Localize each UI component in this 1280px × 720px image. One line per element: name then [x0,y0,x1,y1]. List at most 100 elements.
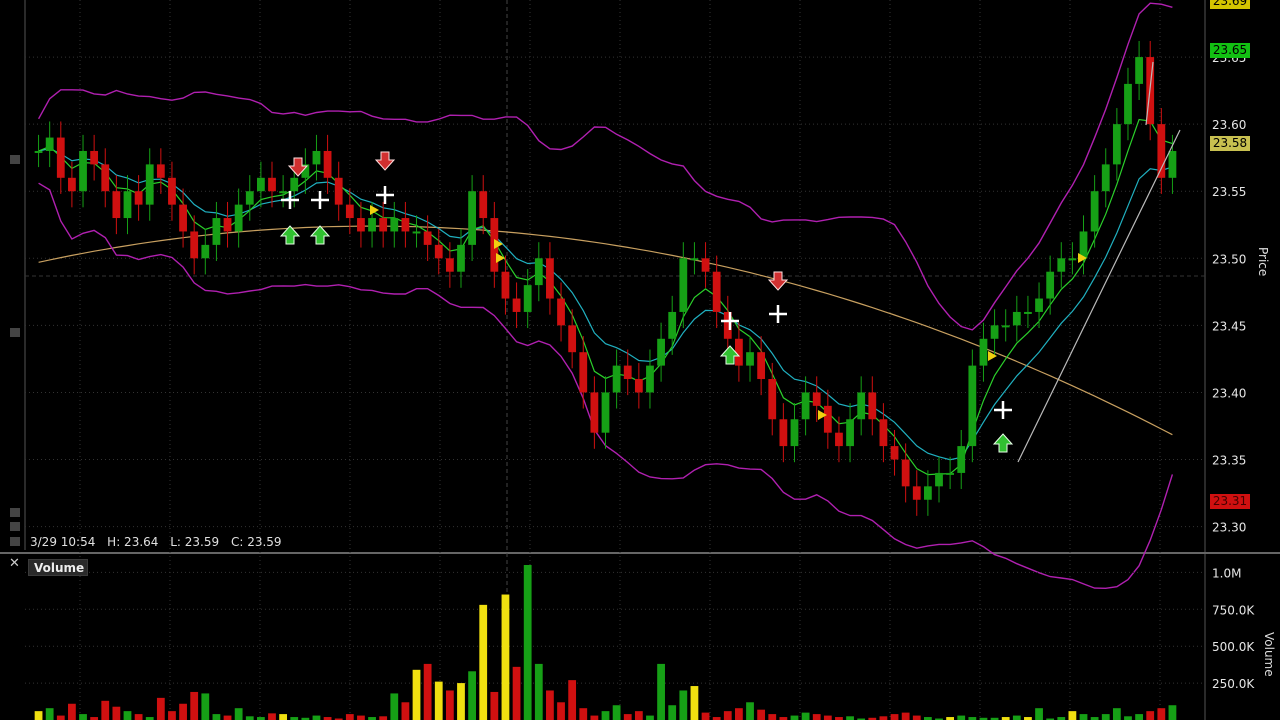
candle-body [801,392,810,420]
volume-bar [234,708,243,720]
volume-bar [1135,714,1143,720]
volume-bar [457,683,465,720]
candle-body [156,164,165,178]
candle-body [179,204,187,232]
volume-bar [101,700,110,720]
volume-bar [156,697,165,720]
candle-body [935,472,943,487]
scroll-up-icon[interactable] [10,508,20,517]
volume-bar [790,715,799,720]
volume-bar [201,693,210,720]
candle-body [45,137,54,151]
candle-body [546,258,554,299]
panel-resize-handle-mid[interactable] [10,328,20,337]
candle-body [223,218,232,232]
candle-body [846,419,854,447]
candle-body [279,191,288,194]
candle-body [56,137,65,178]
candle-body [523,285,532,312]
candle-body [946,472,955,475]
sell-signal-arrow [374,151,396,171]
price-tick-label: 23.35 [1212,454,1246,468]
volume-bar [746,702,754,720]
candle-body [256,177,265,192]
candle-body [579,352,588,393]
candle-body [890,446,899,460]
candle-body [379,218,388,232]
candle-body [690,258,699,261]
volume-bar [68,703,76,720]
candle-body [290,177,299,192]
volume-bar [846,716,854,720]
candle-body [979,338,988,366]
candle-body [601,392,610,433]
volume-bar [479,604,488,720]
candle-body [857,392,866,420]
price-tick-label: 23.55 [1212,185,1246,199]
bollinger-upper-line [37,2,1173,331]
volume-bar [423,663,432,720]
candle-body [212,218,221,245]
volume-bar [223,715,232,720]
volume-bar [412,669,421,720]
candle-body [34,150,43,153]
volume-bar [1035,708,1043,720]
candle-body [1135,57,1143,84]
candle-body [1124,83,1132,125]
candle-body [557,298,565,326]
volume-bar [390,693,399,720]
volume-bar [701,712,710,720]
candle-body [268,177,276,192]
volume-bar [546,690,554,720]
candle-body [90,150,99,165]
scroll-down-icon[interactable] [10,522,20,531]
volume-bar [445,690,454,720]
lock-icon[interactable] [10,537,20,546]
cross-marker [721,312,739,330]
volume-bar [1012,715,1021,720]
flag-marker [496,253,505,263]
candle-body [1112,124,1121,165]
price-tick-label: 23.45 [1212,319,1246,333]
ohlc-date: 3/29 10:54 [30,535,96,549]
volume-bar [623,714,632,720]
stock-chart[interactable]: 23.30 23.35 23.40 23.45 23.50 23.55 23.60 23.65… [0,0,1280,720]
candle-body [679,258,688,312]
price-tag-low: 23.31 [1210,494,1250,509]
panel-resize-handle-top[interactable] [10,155,20,164]
candle-body [534,258,543,286]
candle-body [668,311,677,339]
volume-bar [490,691,499,720]
sell-signal-arrow [767,271,789,291]
candle-body [112,191,121,219]
close-icon[interactable]: ✕ [9,556,20,571]
candle-body [423,231,432,245]
volume-bar [1157,708,1166,720]
volume-bar [357,715,365,720]
candle-body [1024,311,1032,314]
buy-signal-arrow [309,225,331,245]
price-tick-label: 23.40 [1212,386,1246,400]
volume-bar [1079,714,1088,720]
volume-tick-label: 500.0K [1212,640,1255,654]
volume-bar [512,666,521,720]
candle-body [123,191,132,219]
price-tick-label: 23.60 [1212,118,1246,132]
candle-body [145,164,154,205]
volume-axis-title: Volume [1262,632,1276,677]
volume-bar [590,715,599,720]
candle-body [434,244,443,259]
volume-bar [768,714,777,720]
candle-body [134,191,143,205]
candle-body [401,218,410,232]
price-axis-title: Price [1256,247,1270,277]
volume-panel-title: Volume [28,559,88,576]
volume-bar [245,716,254,720]
candle-body [590,392,599,433]
volume-bar [735,708,743,720]
volume-bar [134,714,143,720]
volume-bar [557,702,565,720]
volume-bar [601,711,610,720]
candle-body [990,325,999,339]
cross-marker [311,191,329,209]
